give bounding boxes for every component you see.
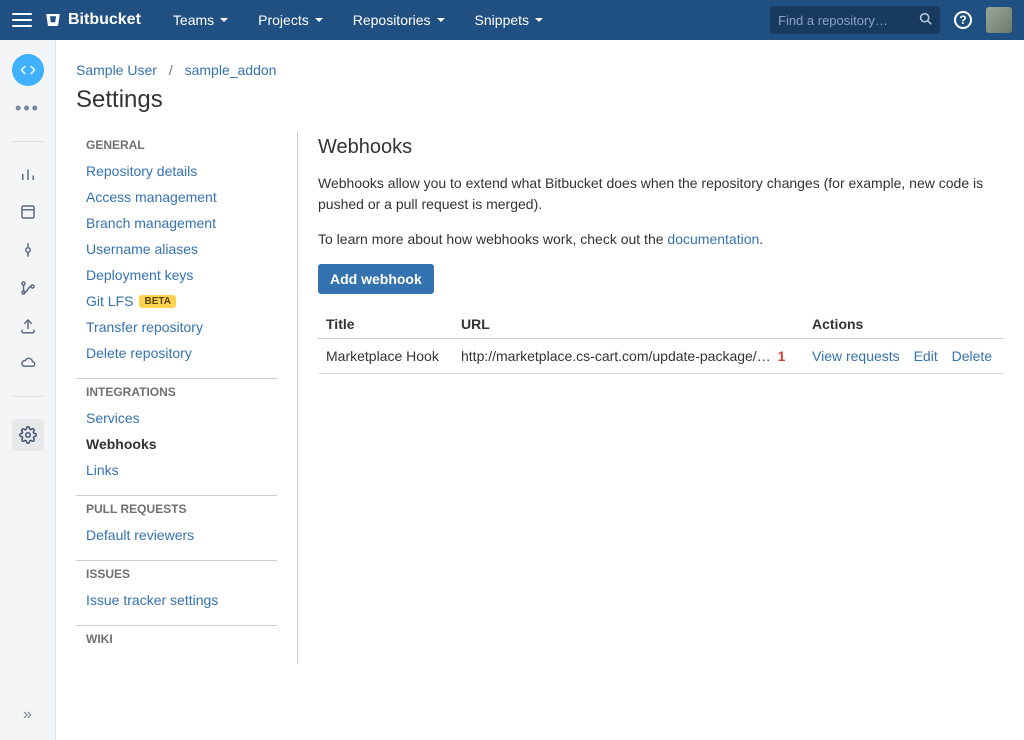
rail-more-icon[interactable]: ••• <box>15 98 40 119</box>
cell-title: Marketplace Hook <box>318 339 453 374</box>
chevron-down-icon <box>535 18 543 22</box>
nav-transfer-repo[interactable]: Transfer repository <box>76 314 277 340</box>
add-webhook-button[interactable]: Add webhook <box>318 264 434 294</box>
help-icon[interactable]: ? <box>954 11 972 29</box>
top-navigation: Bitbucket Teams Projects Repositories Sn… <box>0 0 1024 40</box>
table-row: Marketplace Hook http://marketplace.cs-c… <box>318 339 1004 374</box>
view-requests-link[interactable]: View requests <box>812 348 900 364</box>
panel-description-2: To learn more about how webhooks work, c… <box>318 229 1004 250</box>
panel-description-1: Webhooks allow you to extend what Bitbuc… <box>318 173 1004 215</box>
nav-git-lfs[interactable]: Git LFS BETA <box>76 288 277 314</box>
app-name: Bitbucket <box>68 11 141 29</box>
breadcrumb: Sample User / sample_addon <box>76 62 1004 78</box>
breadcrumb-separator: / <box>169 62 173 78</box>
rail-source-icon[interactable] <box>18 202 38 222</box>
rail-cloud-icon[interactable] <box>18 354 38 374</box>
rail-upload-icon[interactable] <box>18 316 38 336</box>
rail-divider <box>12 396 44 397</box>
nav-heading-issues: ISSUES <box>76 560 277 587</box>
th-actions: Actions <box>804 310 1004 339</box>
rail-branches-icon[interactable] <box>18 278 38 298</box>
chevron-down-icon <box>437 18 445 22</box>
documentation-link[interactable]: documentation <box>667 231 759 247</box>
rail-commits-icon[interactable] <box>18 240 38 260</box>
nav-deployment-keys[interactable]: Deployment keys <box>76 262 277 288</box>
nav-repositories[interactable]: Repositories <box>343 0 455 40</box>
nav-snippets[interactable]: Snippets <box>465 0 553 40</box>
nav-issue-tracker[interactable]: Issue tracker settings <box>76 587 277 613</box>
request-count-badge: 1 <box>775 348 789 364</box>
th-title: Title <box>318 310 453 339</box>
nav-webhooks[interactable]: Webhooks <box>76 431 277 457</box>
nav-repo-details[interactable]: Repository details <box>76 158 277 184</box>
nav-heading-pull: PULL REQUESTS <box>76 495 277 522</box>
delete-link[interactable]: Delete <box>952 348 992 364</box>
settings-nav: GENERAL Repository details Access manage… <box>76 132 297 664</box>
panel-title: Webhooks <box>318 136 1004 159</box>
nav-links[interactable]: Links <box>76 457 277 483</box>
nav-heading-integrations: INTEGRATIONS <box>76 378 277 405</box>
rail-overview-icon[interactable] <box>12 54 44 86</box>
th-url: URL <box>453 310 804 339</box>
bitbucket-logo[interactable]: Bitbucket <box>44 11 141 29</box>
nav-projects[interactable]: Projects <box>248 0 333 40</box>
breadcrumb-user[interactable]: Sample User <box>76 62 157 78</box>
chevron-down-icon <box>315 18 323 22</box>
top-right-controls: ? <box>770 6 1012 34</box>
menu-icon[interactable] <box>12 10 32 30</box>
rail-divider <box>12 141 44 142</box>
cell-url: http://marketplace.cs-cart.com/update-pa… <box>453 339 804 374</box>
nav-username-aliases[interactable]: Username aliases <box>76 236 277 262</box>
nav-branch-mgmt[interactable]: Branch management <box>76 210 277 236</box>
cell-actions: View requests Edit Delete <box>804 339 1004 374</box>
breadcrumb-repo[interactable]: sample_addon <box>185 62 277 78</box>
nav-teams[interactable]: Teams <box>163 0 238 40</box>
edit-link[interactable]: Edit <box>914 348 938 364</box>
chevron-down-icon <box>220 18 228 22</box>
repo-search[interactable] <box>770 6 940 34</box>
webhooks-table: Title URL Actions Marketplace Hook http:… <box>318 310 1004 374</box>
nav-access-mgmt[interactable]: Access management <box>76 184 277 210</box>
search-icon <box>919 12 932 28</box>
rail-chart-icon[interactable] <box>18 164 38 184</box>
beta-badge: BETA <box>139 295 175 308</box>
nav-heading-wiki: WIKI <box>76 625 277 652</box>
left-rail: ••• » <box>0 40 56 740</box>
bucket-icon <box>44 11 62 29</box>
avatar[interactable] <box>986 7 1012 33</box>
nav-delete-repo[interactable]: Delete repository <box>76 340 277 366</box>
nav-default-reviewers[interactable]: Default reviewers <box>76 522 277 548</box>
rail-expand-icon[interactable]: » <box>23 706 32 724</box>
search-input[interactable] <box>778 13 908 28</box>
nav-services[interactable]: Services <box>76 405 277 431</box>
nav-heading-general: GENERAL <box>76 132 277 158</box>
page-title: Settings <box>76 86 1004 114</box>
rail-settings-active[interactable] <box>12 419 44 451</box>
top-nav-links: Teams Projects Repositories Snippets <box>163 0 553 40</box>
main-content: Sample User / sample_addon Settings GENE… <box>56 40 1024 740</box>
settings-panel: Webhooks Webhooks allow you to extend wh… <box>297 132 1004 664</box>
